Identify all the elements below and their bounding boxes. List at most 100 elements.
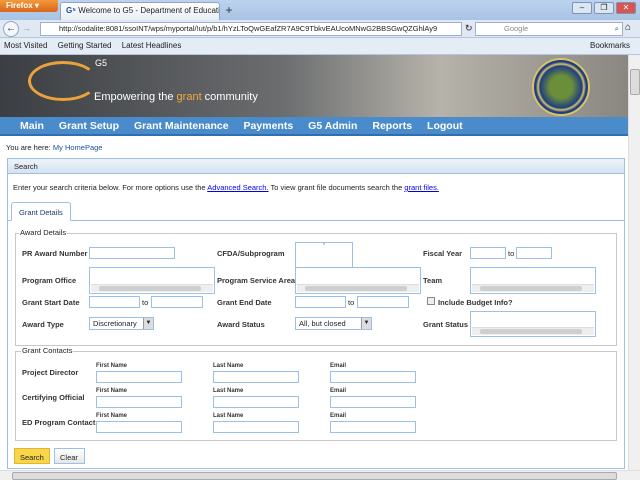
advanced-search-link[interactable]: Advanced Search.: [207, 183, 268, 192]
last-name-label: Last Name: [213, 413, 244, 419]
award-type-value: Discretionary: [93, 319, 137, 328]
pr-award-number-input[interactable]: [89, 247, 175, 259]
to-label: to: [348, 298, 355, 307]
forward-arrow-icon[interactable]: →: [22, 23, 31, 33]
home-icon[interactable]: ⌂: [625, 22, 639, 36]
ed-program-contact-last-name-input[interactable]: [213, 421, 299, 433]
certifying-official-email-input[interactable]: [330, 396, 416, 408]
address-bar[interactable]: http://sodalite:8081/ssoINT/wps/myportal…: [40, 22, 462, 36]
grant-end-date-from-input[interactable]: [295, 296, 346, 308]
project-director-email-input[interactable]: [330, 371, 416, 383]
program-service-area-label: Program Service Area: [217, 276, 296, 285]
certifying-official-label: Certifying Official: [22, 393, 85, 402]
bookmark-getting-started[interactable]: Getting Started: [58, 41, 112, 50]
tab-title: Welcome to G5 - Department of Educati...: [78, 6, 220, 15]
menu-payments[interactable]: Payments: [244, 120, 294, 132]
grant-start-date-to-input[interactable]: [151, 296, 203, 308]
intro-text: Enter your search criteria below. For mo…: [13, 183, 439, 192]
search-icon[interactable]: ⌕: [615, 24, 619, 34]
g5-favicon: G⁵: [66, 6, 76, 15]
navigation-toolbar: ← → http://sodalite:8081/ssoINT/wps/mypo…: [0, 20, 640, 38]
horizontal-scrollbar[interactable]: [472, 327, 594, 335]
award-status-select[interactable]: All, but closed ▼: [295, 317, 372, 330]
team-listbox[interactable]: [470, 267, 596, 294]
first-name-label: First Name: [96, 388, 128, 394]
panel-title: Search: [8, 159, 624, 174]
breadcrumb-home[interactable]: My HomePage: [53, 143, 103, 152]
cfda-label: CFDA/Subprogram: [217, 249, 285, 258]
ed-program-contact-email-input[interactable]: [330, 421, 416, 433]
grant-status-listbox[interactable]: [470, 311, 596, 337]
clear-button[interactable]: Clear: [54, 448, 85, 464]
include-budget-label: Include Budget Info?: [438, 298, 513, 307]
grant-end-date-to-input[interactable]: [357, 296, 409, 308]
horizontal-scrollbar[interactable]: [91, 284, 213, 292]
chevron-down-icon: ▼: [361, 318, 371, 329]
cfda-value: ': [323, 243, 325, 250]
close-window-icon[interactable]: ✕: [616, 2, 636, 14]
include-budget-checkbox[interactable]: [427, 297, 435, 305]
horizontal-page-scrollbar[interactable]: [0, 470, 640, 480]
award-details-legend: Award Details: [19, 228, 68, 237]
bookmark-latest-headlines[interactable]: Latest Headlines: [122, 41, 182, 50]
horizontal-scrollbar[interactable]: [297, 284, 419, 292]
menu-main[interactable]: Main: [20, 120, 44, 132]
ed-program-contact-label: ED Program Contact: [22, 418, 96, 427]
reload-icon[interactable]: ↻: [465, 23, 473, 34]
firefox-label: Firefox: [6, 1, 33, 10]
tagline: Empowering the grant community: [94, 91, 258, 103]
to-label: to: [142, 298, 149, 307]
email-label: Email: [330, 363, 347, 369]
bookmark-most-visited[interactable]: Most Visited: [4, 41, 47, 50]
grant-start-date-from-input[interactable]: [89, 296, 140, 308]
fiscal-year-to-input[interactable]: [516, 247, 552, 259]
horizontal-scrollbar[interactable]: [472, 284, 594, 292]
search-bar[interactable]: Google ⌕: [475, 22, 623, 36]
search-button[interactable]: Search: [14, 448, 50, 464]
last-name-label: Last Name: [213, 388, 244, 394]
to-label: to: [508, 249, 515, 258]
main-menu: Main Grant Setup Grant Maintenance Payments…: [0, 117, 628, 136]
award-type-select[interactable]: Discretionary ▼: [89, 317, 154, 330]
department-of-education-seal: [532, 58, 590, 116]
menu-grant-maintenance[interactable]: Grant Maintenance: [134, 120, 229, 132]
vertical-scrollbar[interactable]: [628, 55, 640, 470]
certifying-official-first-name-input[interactable]: [96, 396, 182, 408]
program-service-area-listbox[interactable]: [295, 267, 421, 294]
grant-status-label: Grant Status: [423, 320, 469, 329]
award-status-value: All, but closed: [299, 319, 346, 328]
fiscal-year-from-input[interactable]: [470, 247, 506, 259]
certifying-official-last-name-input[interactable]: [213, 396, 299, 408]
chevron-down-icon: ▼: [143, 318, 153, 329]
team-label: Team: [423, 276, 443, 285]
g5-logo: G5: [28, 58, 107, 101]
back-arrow-icon[interactable]: ←: [3, 21, 19, 37]
tab-grant-details[interactable]: Grant Details: [11, 202, 71, 221]
vertical-scroll-thumb[interactable]: [630, 69, 640, 95]
grant-files-link[interactable]: grant files.: [404, 183, 439, 192]
minimize-icon[interactable]: –: [572, 2, 592, 14]
award-type-label: Award Type: [22, 320, 64, 329]
browser-tab[interactable]: G⁵ Welcome to G5 - Department of Educati…: [60, 2, 220, 20]
program-office-listbox[interactable]: [89, 267, 215, 294]
site-banner: G5 Empowering the grant community: [0, 55, 628, 117]
firefox-menu-button[interactable]: Firefox ▾: [0, 0, 58, 12]
project-director-first-name-input[interactable]: [96, 371, 182, 383]
bookmarks-menu[interactable]: Bookmarks: [590, 41, 630, 50]
first-name-label: First Name: [96, 413, 128, 419]
project-director-last-name-input[interactable]: [213, 371, 299, 383]
maximize-icon[interactable]: ❐: [594, 2, 614, 14]
ed-program-contact-first-name-input[interactable]: [96, 421, 182, 433]
grant-start-date-label: Grant Start Date: [22, 298, 80, 307]
project-director-label: Project Director: [22, 368, 79, 377]
first-name-label: First Name: [96, 363, 128, 369]
menu-reports[interactable]: Reports: [372, 120, 412, 132]
pr-award-number-label: PR Award Number: [22, 249, 88, 258]
award-status-label: Award Status: [217, 320, 265, 329]
new-tab-button[interactable]: +: [222, 4, 236, 18]
menu-grant-setup[interactable]: Grant Setup: [59, 120, 119, 132]
horizontal-scroll-thumb[interactable]: [12, 472, 617, 480]
menu-logout[interactable]: Logout: [427, 120, 463, 132]
tab-divider: [8, 220, 624, 221]
menu-g5-admin[interactable]: G5 Admin: [308, 120, 357, 132]
